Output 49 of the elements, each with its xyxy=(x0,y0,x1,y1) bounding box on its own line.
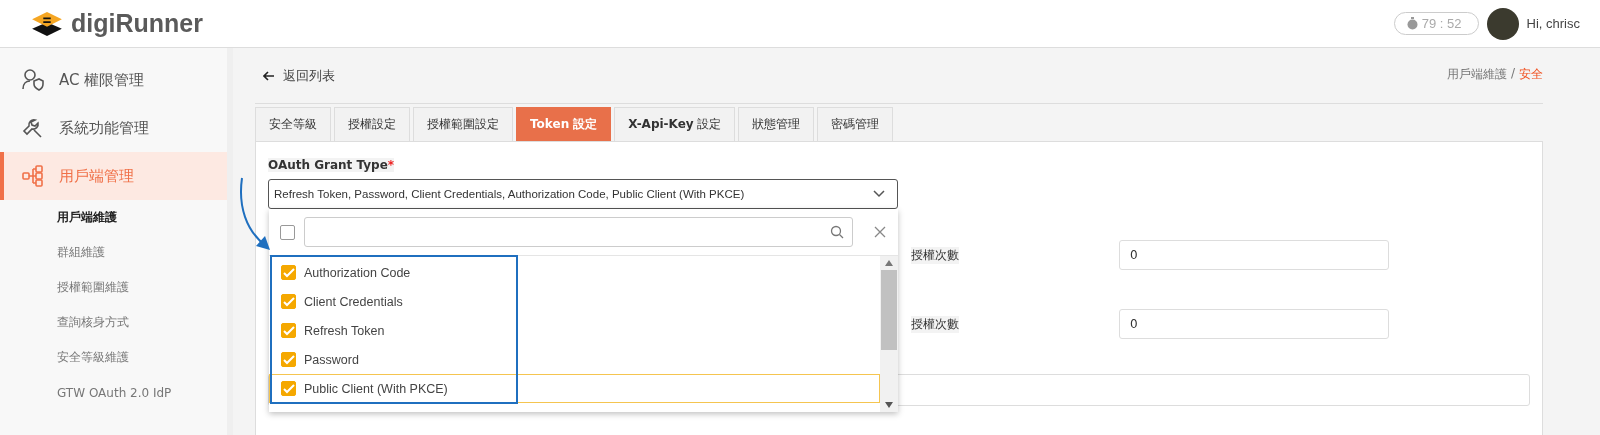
sidebar-subitem[interactable]: 授權範圍維護 xyxy=(0,270,227,305)
checkbox[interactable] xyxy=(281,294,296,309)
scroll-up-icon[interactable] xyxy=(885,260,893,266)
logo-icon xyxy=(30,10,64,37)
search-icon xyxy=(830,225,844,239)
back-link[interactable]: 返回列表 xyxy=(263,66,335,85)
option-item[interactable]: Authorization Code xyxy=(269,258,880,287)
count-input[interactable]: 0 xyxy=(1119,309,1389,339)
sidebar-subitem[interactable]: 安全等級維護 xyxy=(0,340,227,375)
tab[interactable]: 授權設定 xyxy=(334,107,410,141)
avatar[interactable] xyxy=(1486,7,1519,40)
hierarchy-icon xyxy=(21,164,45,188)
sidebar-subitem[interactable]: 用戶端維護 xyxy=(0,200,227,235)
select-all-checkbox[interactable] xyxy=(280,224,295,240)
field-label: 授權次數 xyxy=(911,246,959,264)
user-greeting: Hi, chrisc xyxy=(1526,16,1580,31)
logo-wordmark: digiRunner xyxy=(71,9,203,38)
breadcrumb-separator: / xyxy=(1510,66,1515,82)
option-item[interactable]: Client Credentials xyxy=(269,287,880,316)
field-label: 授權次數 xyxy=(911,315,959,333)
checkbox[interactable] xyxy=(281,265,296,280)
option-item[interactable]: Password xyxy=(269,345,880,374)
checkbox[interactable] xyxy=(281,381,296,396)
chevron-down-icon xyxy=(873,190,885,198)
count-input[interactable]: 0 xyxy=(1119,240,1389,270)
field-label: OAuth Grant Type* xyxy=(268,158,395,172)
grant-type-select[interactable]: Refresh Token, Password, Client Credentials, Authorization Code, Public Client (With PKCE) xyxy=(268,179,898,209)
tab[interactable]: 安全等級 xyxy=(255,107,331,141)
sidebar-subitem[interactable]: 群組維護 xyxy=(0,235,227,270)
option-item[interactable]: Refresh Token xyxy=(269,316,880,345)
checkbox[interactable] xyxy=(281,352,296,367)
users-icon xyxy=(21,68,45,92)
breadcrumb-item[interactable]: 用戶端維護 xyxy=(1446,66,1507,83)
search-field[interactable] xyxy=(304,217,853,247)
close-icon[interactable] xyxy=(874,226,886,238)
back-arrow-icon xyxy=(263,70,275,81)
checkbox[interactable] xyxy=(281,323,296,338)
sidebar-item[interactable]: AC 權限管理 xyxy=(0,56,227,104)
stopwatch-icon xyxy=(1406,17,1418,30)
tab[interactable]: 狀態管理 xyxy=(738,107,815,141)
sidebar-subitem[interactable]: GTW OAuth 2.0 IdP xyxy=(0,375,227,410)
sidebar-item[interactable]: 系統功能管理 xyxy=(0,104,227,152)
tab[interactable]: 密碼管理 xyxy=(817,107,894,141)
scroll-down-icon[interactable] xyxy=(885,402,893,408)
tab[interactable]: X-Api-Key 設定 xyxy=(614,107,736,141)
tab[interactable]: 授權範圍設定 xyxy=(413,107,513,141)
sidebar-subitem[interactable]: 查詢核身方式 xyxy=(0,305,227,340)
scrollbar[interactable] xyxy=(880,256,898,412)
option-item[interactable]: Public Client (With PKCE) xyxy=(269,374,880,403)
